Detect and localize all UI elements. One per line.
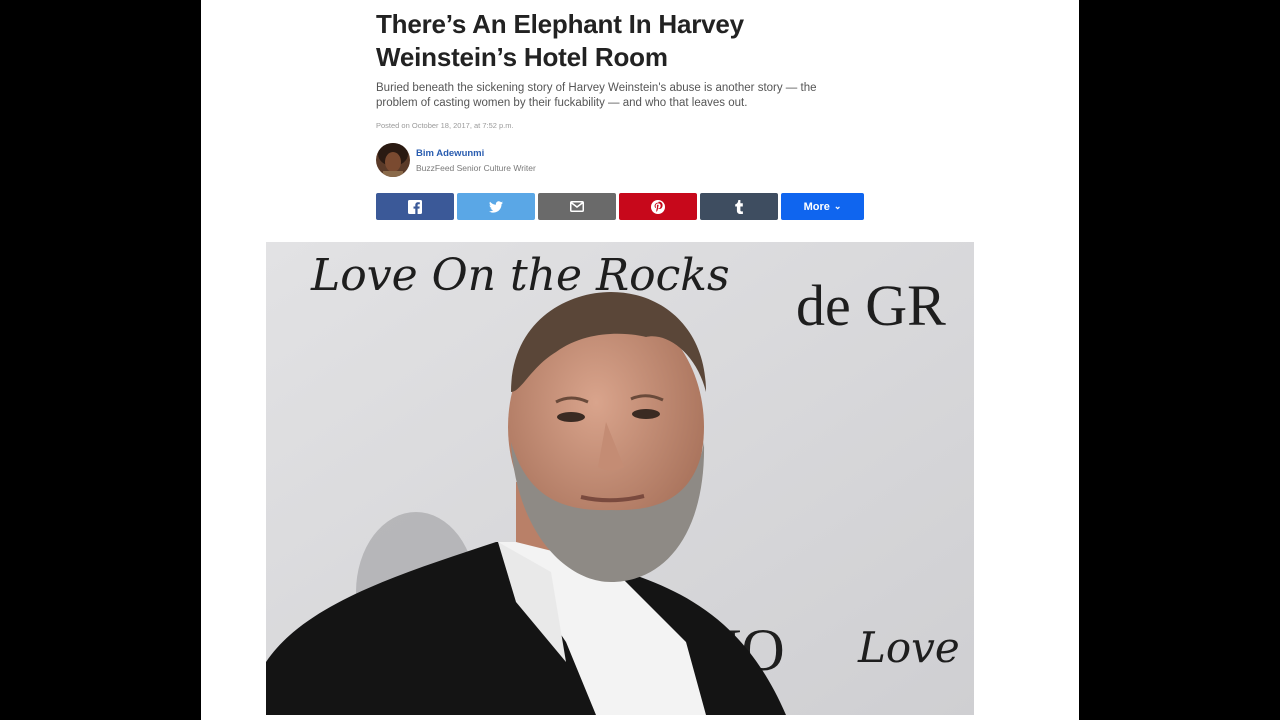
share-facebook-button[interactable] [376,193,454,220]
pinterest-icon [651,199,665,214]
hero-photo-illustration: Love On the Rocks de GR NO Love O [266,242,974,715]
twitter-icon [489,200,503,213]
backdrop-text-de-gr: de GR [796,273,946,338]
facebook-icon [408,199,422,214]
author-avatar-photo [376,143,410,177]
backdrop-text-love-on-the-rocks: Love On the Rocks [310,250,730,301]
article-headline: There’s An Elephant In Harvey Weinstein’… [376,9,744,72]
tumblr-icon [735,199,743,214]
backdrop-text-love-o: Love O [857,623,974,672]
share-email-button[interactable] [538,193,616,220]
chevron-down-icon: ⌄ [833,201,842,211]
article-dek: Buried beneath the sickening story of Ha… [376,82,817,109]
author-title: BuzzFeed Senior Culture Writer [416,163,536,173]
share-more-button[interactable]: More ⌄ [781,193,864,220]
more-label: More [803,200,830,213]
share-tumblr-button[interactable] [700,193,778,220]
author-name-link[interactable]: Bim Adewunmi [416,148,484,159]
hero-image: Love On the Rocks de GR NO Love O [266,242,974,715]
author-avatar[interactable] [376,143,410,177]
posted-timestamp: Posted on October 18, 2017, at 7:52 p.m. [376,121,514,130]
article-page: There’s An Elephant In Harvey Weinstein’… [201,0,1079,720]
share-twitter-button[interactable] [457,193,535,220]
email-icon [570,201,584,212]
share-pinterest-button[interactable] [619,193,697,220]
